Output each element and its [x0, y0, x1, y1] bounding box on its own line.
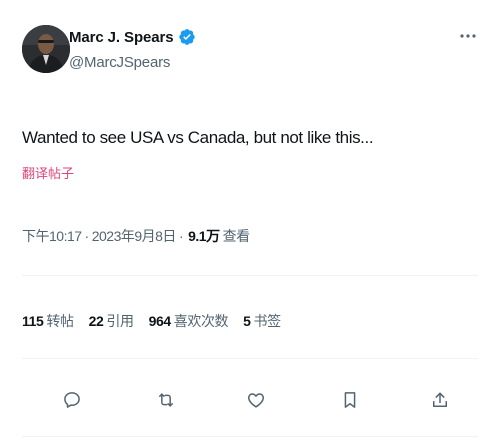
- retweets-label: 转帖: [46, 313, 74, 329]
- meta-separator: ·: [178, 228, 184, 244]
- likes-count: 964: [148, 313, 172, 329]
- reply-icon[interactable]: [60, 388, 84, 412]
- tweet-time[interactable]: 下午10:17: [22, 226, 82, 246]
- tweet-header: Marc J. Spears @MarcJSpears: [22, 18, 478, 84]
- tweet-meta: 下午10:17 · 2023年9月8日 · 9.1万 查看: [22, 226, 250, 246]
- quotes-stat[interactable]: 22 引用: [89, 311, 134, 331]
- name-row: Marc J. Spears: [69, 28, 196, 46]
- likes-stat[interactable]: 964 喜欢次数: [149, 311, 229, 331]
- bookmarks-stat[interactable]: 5 书签: [243, 311, 281, 331]
- quotes-label: 引用: [106, 313, 134, 329]
- verified-badge-icon[interactable]: [178, 28, 196, 46]
- avatar[interactable]: [22, 25, 70, 73]
- like-icon[interactable]: [244, 388, 268, 412]
- tweet-date[interactable]: 2023年9月8日: [92, 226, 177, 246]
- action-bar: [22, 380, 478, 420]
- share-icon[interactable]: [428, 388, 452, 412]
- more-options-icon[interactable]: [456, 26, 480, 46]
- divider: [22, 358, 478, 359]
- divider: [22, 436, 478, 437]
- likes-label: 喜欢次数: [173, 313, 229, 329]
- bookmarks-label: 书签: [253, 313, 282, 329]
- tweet-card: Marc J. Spears @MarcJSpears Wanted to se…: [0, 0, 500, 440]
- retweets-count: 115: [22, 313, 44, 329]
- avatar-image: [22, 25, 70, 73]
- engagement-stats: 115 转帖 22 引用 964 喜欢次数 5 书签: [22, 311, 296, 331]
- meta-separator: ·: [84, 228, 90, 244]
- views-count[interactable]: 9.1万: [188, 226, 220, 246]
- bookmark-icon[interactable]: [338, 388, 362, 412]
- translate-post-link[interactable]: 翻译帖子: [22, 163, 74, 182]
- quotes-count: 22: [88, 313, 104, 329]
- views-label: 查看: [222, 228, 251, 244]
- retweets-stat[interactable]: 115 转帖: [22, 311, 74, 331]
- retweet-icon[interactable]: [154, 388, 178, 412]
- divider: [22, 275, 478, 276]
- display-name[interactable]: Marc J. Spears: [69, 29, 174, 46]
- bookmarks-count: 5: [243, 313, 251, 329]
- handle[interactable]: @MarcJSpears: [69, 54, 170, 71]
- tweet-text: Wanted to see USA vs Canada, but not lik…: [22, 128, 374, 147]
